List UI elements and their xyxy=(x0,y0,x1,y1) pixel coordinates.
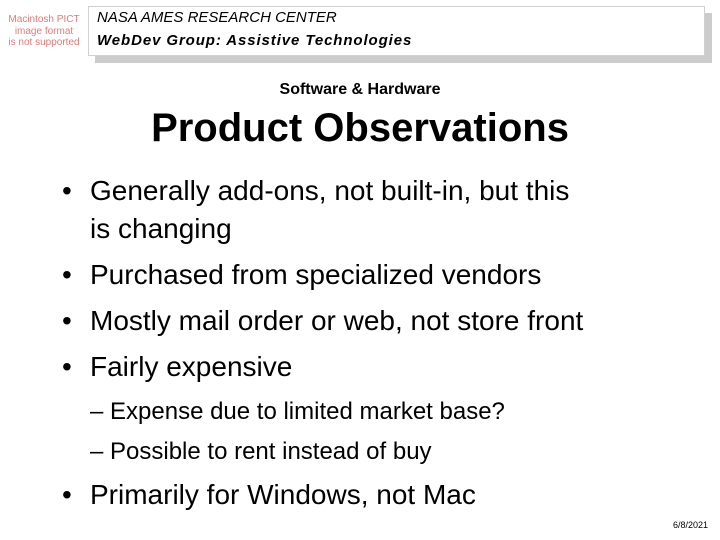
bullet-text: Fairly expensive xyxy=(90,351,293,382)
header-banner: NASA AMES RESEARCH CENTER WebDev Group: … xyxy=(88,6,705,56)
bullet-text: Primarily for Windows, not Mac xyxy=(90,479,476,510)
bullet-marker: • xyxy=(62,479,72,510)
sub-bullet-item: – Expense due to limited market base? xyxy=(90,398,505,425)
placeholder-line: Macintosh PICT xyxy=(8,14,80,25)
group-name: WebDev Group: Assistive Technologies xyxy=(97,32,413,49)
slide-title: Product Observations xyxy=(151,106,569,150)
bullet-marker: • xyxy=(62,351,72,382)
unsupported-image-placeholder: Macintosh PICT image format is not suppo… xyxy=(0,14,88,49)
placeholder-line: image format xyxy=(14,25,74,37)
bullet-text: Mostly mail order or web, not store fron… xyxy=(90,305,584,336)
bullet-line: is changing xyxy=(90,213,232,244)
bullet-text: Generally add-ons, not built-in, but thi… xyxy=(90,172,680,248)
organization-name: NASA AMES RESEARCH CENTER xyxy=(97,9,337,26)
bullet-marker: • xyxy=(62,305,72,336)
slide-date: 6/8/2021 xyxy=(672,520,708,530)
bullet-marker: • xyxy=(62,175,72,206)
slide-subtitle: Software & Hardware xyxy=(279,81,441,98)
bullet-marker: • xyxy=(62,259,72,290)
bullet-line: Generally add-ons, not built-in, but thi… xyxy=(90,175,570,206)
placeholder-line: is not supported xyxy=(8,37,80,48)
sub-bullet-item: – Possible to rent instead of buy xyxy=(90,438,432,465)
bullet-text: Purchased from specialized vendors xyxy=(90,259,542,290)
